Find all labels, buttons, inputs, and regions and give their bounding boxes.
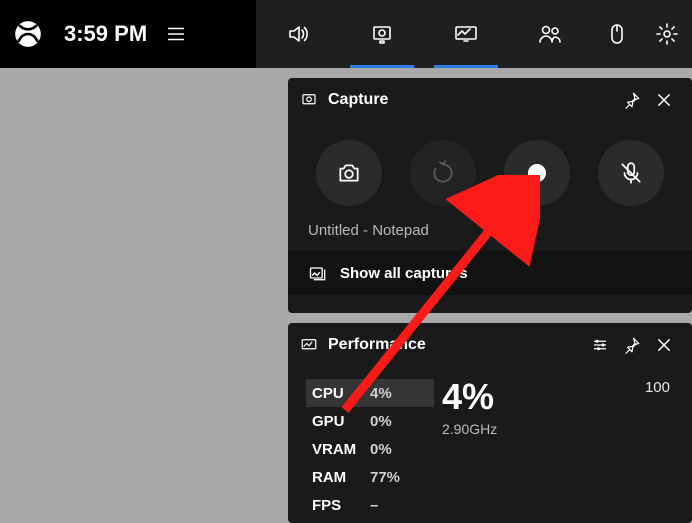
capture-icon bbox=[300, 91, 318, 109]
speaker-icon bbox=[286, 22, 310, 46]
stat-label: CPU bbox=[312, 385, 362, 402]
record-last-icon bbox=[430, 160, 456, 186]
record-last-button[interactable] bbox=[410, 140, 476, 206]
gallery-icon bbox=[308, 263, 328, 283]
stat-label: RAM bbox=[312, 469, 362, 486]
performance-panel-title: Performance bbox=[300, 336, 584, 354]
performance-icon bbox=[453, 22, 479, 46]
performance-title-text: Performance bbox=[328, 336, 426, 354]
stat-row-vram[interactable]: VRAM 0% bbox=[306, 435, 434, 463]
stat-value: 0% bbox=[370, 441, 392, 458]
stat-value: 77% bbox=[370, 469, 400, 486]
pin-icon bbox=[623, 336, 641, 354]
capture-target-label: Untitled - Notepad bbox=[288, 216, 692, 251]
stat-row-ram[interactable]: RAM 77% bbox=[306, 463, 434, 491]
topbar-left: 3:59 PM bbox=[0, 0, 256, 68]
clock: 3:59 PM bbox=[64, 21, 147, 47]
sliders-icon bbox=[591, 336, 609, 354]
mic-toggle-button[interactable] bbox=[598, 140, 664, 206]
mic-off-icon bbox=[618, 160, 644, 186]
stat-row-fps[interactable]: FPS – bbox=[306, 491, 434, 519]
stat-label: GPU bbox=[312, 413, 362, 430]
performance-stat-list: CPU 4% GPU 0% VRAM 0% RAM 77% FPS – bbox=[306, 379, 434, 519]
stat-row-cpu[interactable]: CPU 4% bbox=[306, 379, 434, 407]
pin-icon bbox=[623, 91, 641, 109]
stat-label: FPS bbox=[312, 497, 362, 514]
close-icon bbox=[655, 336, 673, 354]
performance-widget-button[interactable] bbox=[424, 0, 508, 68]
stat-value: – bbox=[370, 497, 378, 514]
social-widget-button[interactable] bbox=[508, 0, 592, 68]
performance-panel: Performance CPU 4% GPU 0% VRAM 0% bbox=[288, 323, 692, 523]
performance-icon bbox=[300, 336, 318, 354]
close-button[interactable] bbox=[648, 329, 680, 361]
people-icon bbox=[537, 22, 563, 46]
gear-icon bbox=[655, 22, 679, 46]
close-button[interactable] bbox=[648, 84, 680, 116]
close-icon bbox=[655, 91, 673, 109]
xbox-icon bbox=[14, 20, 42, 48]
topbar-widget-icons bbox=[256, 0, 692, 68]
settings-button[interactable] bbox=[642, 0, 692, 68]
stat-value: 0% bbox=[370, 413, 392, 430]
capture-title-text: Capture bbox=[328, 91, 388, 109]
capture-icon bbox=[370, 22, 394, 46]
pin-button[interactable] bbox=[616, 84, 648, 116]
pin-button[interactable] bbox=[616, 329, 648, 361]
capture-widget-button[interactable] bbox=[340, 0, 424, 68]
selected-stat-value: 4% bbox=[442, 379, 497, 415]
mouse-widget-button[interactable] bbox=[592, 0, 642, 68]
stat-row-gpu[interactable]: GPU 0% bbox=[306, 407, 434, 435]
record-button[interactable] bbox=[504, 140, 570, 206]
graph-scale-max: 100 bbox=[645, 379, 674, 519]
capture-panel: Capture Untitled - Notepad Show all capt… bbox=[288, 78, 692, 313]
selected-stat-subvalue: 2.90GHz bbox=[442, 421, 497, 437]
show-all-captures-label: Show all captures bbox=[340, 265, 468, 282]
perf-options-button[interactable] bbox=[584, 329, 616, 361]
stat-label: VRAM bbox=[312, 441, 362, 458]
audio-widget-button[interactable] bbox=[256, 0, 340, 68]
performance-body: CPU 4% GPU 0% VRAM 0% RAM 77% FPS – 4% 2… bbox=[288, 367, 692, 519]
performance-selected-detail: 4% 2.90GHz bbox=[442, 379, 497, 519]
screenshot-button[interactable] bbox=[316, 140, 382, 206]
capture-actions bbox=[288, 122, 692, 216]
game-bar-topbar: 3:59 PM bbox=[0, 0, 692, 68]
menu-icon[interactable] bbox=[165, 23, 187, 45]
capture-panel-header: Capture bbox=[288, 78, 692, 122]
performance-panel-header: Performance bbox=[288, 323, 692, 367]
stat-value: 4% bbox=[370, 385, 392, 402]
camera-icon bbox=[336, 160, 362, 186]
mouse-icon bbox=[607, 22, 627, 46]
record-dot-icon bbox=[528, 164, 546, 182]
capture-panel-title: Capture bbox=[300, 91, 616, 109]
show-all-captures-button[interactable]: Show all captures bbox=[288, 251, 692, 295]
